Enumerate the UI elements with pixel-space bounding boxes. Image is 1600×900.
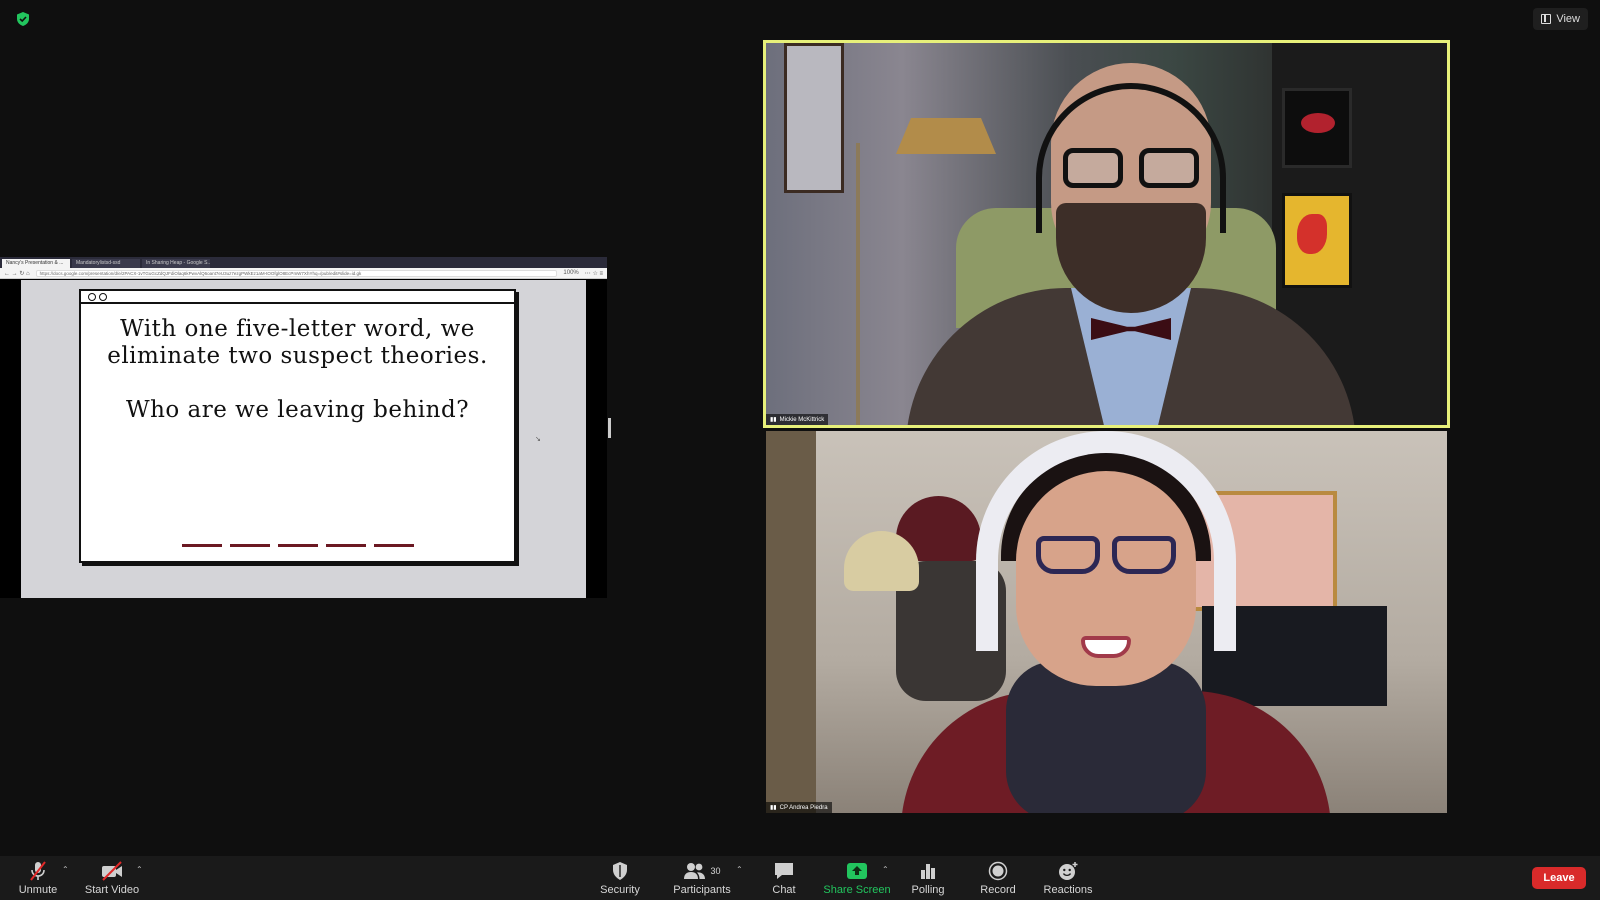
browser-tab-strip: Nancy's Presentation & ... Mandatorylist… xyxy=(0,257,607,268)
unmute-button[interactable]: Unmute xyxy=(16,856,60,900)
lamp-pole xyxy=(856,143,860,425)
security-button[interactable]: Security xyxy=(598,856,642,900)
signal-muted-icon: ▮▮ xyxy=(770,805,777,811)
slide-page: With one five-letter word, we eliminate … xyxy=(21,280,586,598)
letter-blanks xyxy=(81,544,514,547)
video-options-chevron-icon[interactable]: ⌃ xyxy=(136,865,143,874)
reactions-smiley-icon xyxy=(1059,862,1078,880)
window-dot-icon xyxy=(88,292,96,301)
letter-blank xyxy=(277,544,318,547)
leave-button[interactable]: Leave xyxy=(1532,867,1586,889)
browser-toolbar-icons[interactable]: ⋯ ☆ ≡ xyxy=(585,270,603,277)
chat-button[interactable]: Chat xyxy=(762,856,806,900)
audio-options-chevron-icon[interactable]: ⌃ xyxy=(62,865,69,874)
shared-screen: Nancy's Presentation & ... Mandatorylist… xyxy=(0,257,607,598)
browser-url[interactable]: https://docs.google.com/presentation/d/e… xyxy=(35,269,558,277)
encryption-shield-icon[interactable] xyxy=(15,11,31,27)
browser-zoom: 100% xyxy=(563,270,579,276)
letter-blank xyxy=(325,544,366,547)
window-dot-icon xyxy=(99,292,107,301)
letter-blank xyxy=(373,544,414,547)
signal-muted-icon: ▮▮ xyxy=(770,417,777,423)
share-screen-label: Share Screen xyxy=(823,884,891,896)
slide-question: With one five-letter word, we eliminate … xyxy=(107,316,488,369)
view-button[interactable]: View xyxy=(1533,8,1588,30)
share-resize-handle[interactable] xyxy=(608,418,611,438)
left-gutter xyxy=(0,280,21,598)
polling-button[interactable]: Polling xyxy=(906,856,950,900)
participant-video-tile[interactable]: ▮▮ Mickie McKittrick xyxy=(763,40,1450,428)
share-screen-arrow-icon xyxy=(847,863,867,879)
record-label: Record xyxy=(980,884,1016,896)
letter-blank xyxy=(181,544,222,547)
lamp-shade xyxy=(896,118,996,154)
polling-label: Polling xyxy=(911,884,945,896)
slide-card-titlebar xyxy=(81,291,514,304)
wall-frame xyxy=(784,43,844,193)
participants-label: Participants xyxy=(673,884,731,896)
chat-bubble-icon xyxy=(775,863,793,879)
chat-label: Chat xyxy=(772,884,796,896)
browser-nav-icons[interactable]: ← → ↻ ⌂ xyxy=(4,270,30,277)
browser-tab[interactable]: In Sharing Heap - Google S... xyxy=(142,259,210,268)
record-button[interactable]: Record xyxy=(976,856,1020,900)
browser-url-bar: ← → ↻ ⌂ https://docs.google.com/presenta… xyxy=(0,268,607,279)
participants-count: 30 xyxy=(710,866,721,876)
meeting-toolbar: Unmute ⌃ Start Video ⌃ Security 30 Parti… xyxy=(0,856,1600,900)
participant-name-tag: ▮▮ CP Andrea Piedra xyxy=(766,802,832,813)
browser-tab[interactable]: Nancy's Presentation & ... xyxy=(2,259,70,268)
right-gutter xyxy=(586,280,607,598)
wall-art xyxy=(1282,88,1352,168)
view-layout-icon xyxy=(1541,14,1552,24)
slide-card: With one five-letter word, we eliminate … xyxy=(79,289,516,563)
start-video-button[interactable]: Start Video xyxy=(84,856,140,900)
share-screen-button[interactable]: Share Screen xyxy=(822,856,892,900)
view-button-label: View xyxy=(1556,13,1580,25)
camera-off-icon xyxy=(102,861,122,881)
participant-name-tag: ▮▮ Mickie McKittrick xyxy=(766,414,829,425)
wall-art xyxy=(1282,193,1352,288)
participants-icon xyxy=(684,863,706,879)
participant-video-tile[interactable]: ▮▮ CP Andrea Piedra xyxy=(766,431,1447,813)
participant-name: Mickie McKittrick xyxy=(779,416,825,423)
polling-bar-chart-icon xyxy=(921,864,935,879)
slide-prompt: Who are we leaving behind? xyxy=(125,397,470,423)
participants-options-chevron-icon[interactable]: ⌃ xyxy=(736,865,743,874)
security-shield-icon xyxy=(613,862,627,880)
participants-button[interactable]: 30 Participants xyxy=(668,856,736,900)
microphone-muted-icon xyxy=(30,861,46,881)
browser-tab[interactable]: Mandatorylistsd-ssd xyxy=(72,259,140,268)
participant-name: CP Andrea Piedra xyxy=(779,804,828,811)
letter-blank xyxy=(229,544,270,547)
reactions-button[interactable]: Reactions xyxy=(1040,856,1096,900)
unmute-label: Unmute xyxy=(18,884,58,896)
share-options-chevron-icon[interactable]: ⌃ xyxy=(882,865,889,874)
start-video-label: Start Video xyxy=(84,884,140,896)
reactions-label: Reactions xyxy=(1043,884,1093,896)
mouse-cursor-icon: ↘ xyxy=(535,436,541,443)
door xyxy=(766,431,816,813)
record-icon xyxy=(988,861,1008,881)
security-label: Security xyxy=(600,884,640,896)
